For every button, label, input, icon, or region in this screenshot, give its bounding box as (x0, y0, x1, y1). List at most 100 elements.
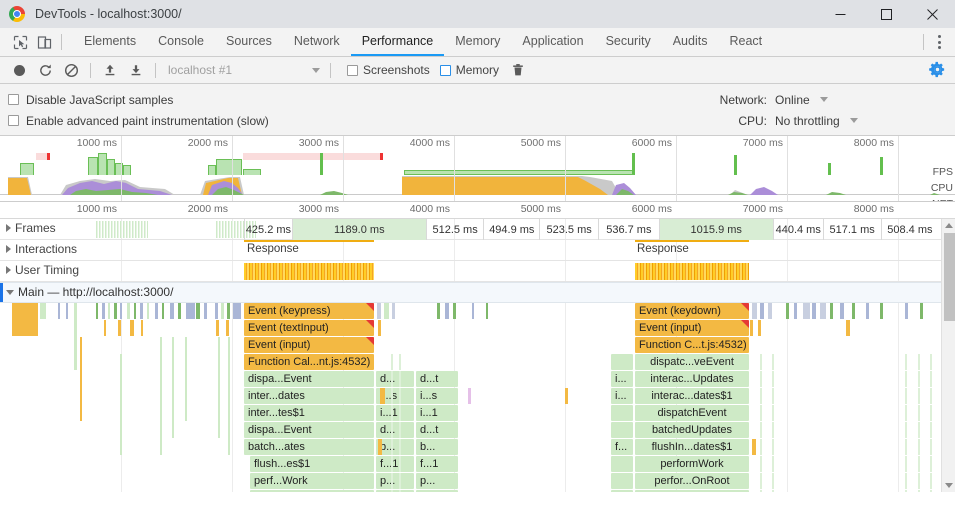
flame-micro-event[interactable] (772, 354, 774, 370)
flame-micro-event[interactable] (377, 303, 381, 319)
capture-settings-button[interactable] (928, 60, 947, 82)
flame-event-sibling[interactable]: d...t (416, 422, 458, 438)
flame-event-sibling[interactable]: i...s (416, 388, 458, 404)
flame-event-sibling[interactable]: f...1 (416, 456, 458, 472)
flame-micro-event[interactable] (378, 320, 381, 336)
flame-event-sibling[interactable]: b... (416, 439, 458, 455)
flame-micro-event[interactable] (486, 303, 488, 319)
flame-micro-event[interactable] (905, 456, 907, 472)
flame-micro-event[interactable] (905, 303, 908, 319)
flame-micro-event[interactable] (772, 473, 774, 489)
frames-cell[interactable]: 425.2 ms (244, 219, 292, 240)
flame-micro-event[interactable] (758, 320, 761, 336)
flame-micro-event[interactable] (391, 473, 393, 489)
flame-micro-event[interactable] (391, 354, 393, 370)
frames-cell[interactable]: 494.9 ms (483, 219, 539, 240)
tab-application[interactable]: Application (511, 28, 594, 56)
user-timing-bar-2[interactable] (635, 263, 749, 280)
flame-micro-event[interactable] (750, 320, 753, 336)
device-toolbar-icon[interactable] (32, 31, 56, 53)
flame-micro-event[interactable] (391, 490, 393, 492)
tab-console[interactable]: Console (147, 28, 215, 56)
main-flame-chart[interactable]: Event (keypress)Event (keydown)Event (te… (0, 303, 955, 492)
flame-micro-event[interactable] (920, 303, 923, 319)
flame-event[interactable]: Function C...t.js:4532) (635, 337, 749, 353)
flame-micro-event[interactable] (760, 371, 762, 387)
flame-event[interactable]: Event (keypress) (244, 303, 374, 319)
flame-event-sibling[interactable] (611, 456, 633, 472)
flame-micro-event[interactable] (760, 405, 762, 421)
flame-micro-event[interactable] (803, 303, 810, 319)
interactions-track[interactable]: Interactions Response Response (0, 240, 955, 261)
scroll-down-icon[interactable] (945, 483, 953, 488)
flame-micro-event[interactable] (830, 303, 833, 319)
flame-micro-event[interactable] (918, 439, 920, 455)
tab-performance[interactable]: Performance (351, 28, 445, 56)
flame-micro-event[interactable] (786, 303, 789, 319)
flame-micro-event[interactable] (905, 371, 907, 387)
flame-micro-event[interactable] (772, 405, 774, 421)
more-options-icon[interactable] (929, 31, 949, 53)
flame-micro-event[interactable] (453, 303, 456, 319)
flame-micro-event[interactable] (399, 490, 401, 492)
flame-micro-event[interactable] (918, 354, 920, 370)
timeline-overview[interactable]: 1000 ms2000 ms3000 ms4000 ms5000 ms6000 … (0, 136, 955, 202)
flame-micro-event[interactable] (472, 303, 474, 319)
flame-micro-event[interactable] (399, 456, 401, 472)
flame-event[interactable]: Event (input) (244, 337, 374, 353)
load-profile-button[interactable] (97, 59, 123, 81)
interactions-track-title[interactable]: Interactions (6, 242, 77, 256)
flame-micro-event[interactable] (391, 422, 393, 438)
flame-micro-event[interactable] (760, 303, 764, 319)
flame-event[interactable]: inter...dates (244, 388, 374, 404)
flame-micro-event[interactable] (852, 303, 855, 319)
flame-micro-event[interactable] (918, 456, 920, 472)
flame-micro-event[interactable] (760, 490, 762, 492)
flame-micro-event[interactable] (930, 473, 932, 489)
flame-micro-event[interactable] (772, 456, 774, 472)
memory-checkbox[interactable]: Memory (440, 63, 499, 77)
clear-button[interactable] (58, 59, 84, 81)
flame-event[interactable]: renderRoot (635, 490, 749, 492)
flame-event[interactable]: dispa...Event (244, 422, 374, 438)
flame-micro-event[interactable] (391, 405, 393, 421)
flame-micro-event[interactable] (905, 490, 907, 492)
network-throttling-row[interactable]: Network: Online (705, 89, 945, 110)
flame-micro-event[interactable] (399, 371, 401, 387)
maximize-button[interactable] (863, 0, 909, 28)
flame-micro-event[interactable] (918, 490, 920, 492)
flame-micro-event[interactable] (399, 422, 401, 438)
flame-event[interactable]: dispa...Event (244, 371, 374, 387)
flame-event-sibling[interactable]: p... (376, 490, 414, 492)
flame-event[interactable]: perfor...OnRoot (635, 473, 749, 489)
flame-event[interactable]: perf...Work (250, 473, 374, 489)
flame-micro-event[interactable] (391, 456, 393, 472)
flame-event[interactable]: flushIn...dates$1 (635, 439, 749, 455)
frames-cell[interactable]: 1015.9 ms (659, 219, 773, 240)
flame-micro-event[interactable] (391, 371, 393, 387)
flame-micro-event[interactable] (772, 422, 774, 438)
flame-micro-event[interactable] (905, 405, 907, 421)
flame-micro-event[interactable] (399, 473, 401, 489)
flame-micro-event[interactable] (866, 303, 869, 319)
inspect-element-icon[interactable] (8, 31, 32, 53)
flame-event-sibling[interactable]: i... (611, 388, 633, 404)
flame-event-sibling[interactable] (611, 422, 633, 438)
flame-micro-event[interactable] (392, 303, 395, 319)
flame-event-sibling[interactable]: p... (376, 473, 414, 489)
flame-event-sibling[interactable]: p...t (416, 490, 458, 492)
flame-micro-event[interactable] (437, 303, 440, 319)
tab-network[interactable]: Network (283, 28, 351, 56)
user-timing-track-title[interactable]: User Timing (6, 263, 79, 277)
flame-micro-event[interactable] (840, 303, 844, 319)
reload-and-record-button[interactable] (32, 59, 58, 81)
flame-event[interactable]: Function Cal...nt.js:4532) (244, 354, 374, 370)
flame-micro-event[interactable] (930, 354, 932, 370)
tab-elements[interactable]: Elements (73, 28, 147, 56)
flame-micro-event[interactable] (768, 303, 772, 319)
flame-micro-event[interactable] (880, 303, 883, 319)
scroll-up-icon[interactable] (945, 223, 953, 228)
flame-event-sibling[interactable]: p... (416, 473, 458, 489)
interactions-expand-icon[interactable] (6, 245, 11, 253)
cpu-throttling-row[interactable]: CPU: No throttling (705, 110, 945, 131)
